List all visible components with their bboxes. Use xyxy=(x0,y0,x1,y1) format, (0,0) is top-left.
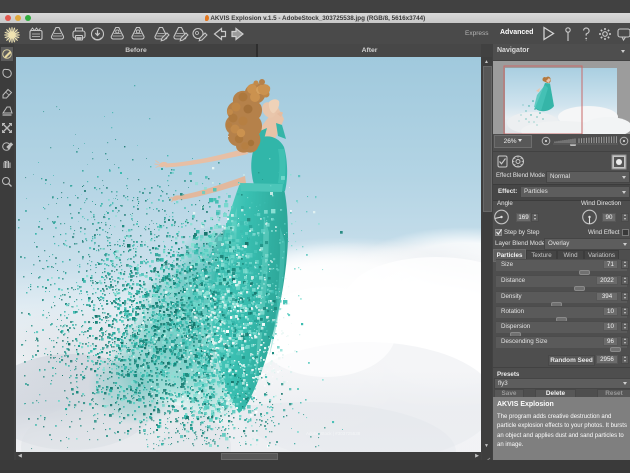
svg-text:Adobe Stock | #303725538: Adobe Stock | #303725538 xyxy=(306,431,361,436)
